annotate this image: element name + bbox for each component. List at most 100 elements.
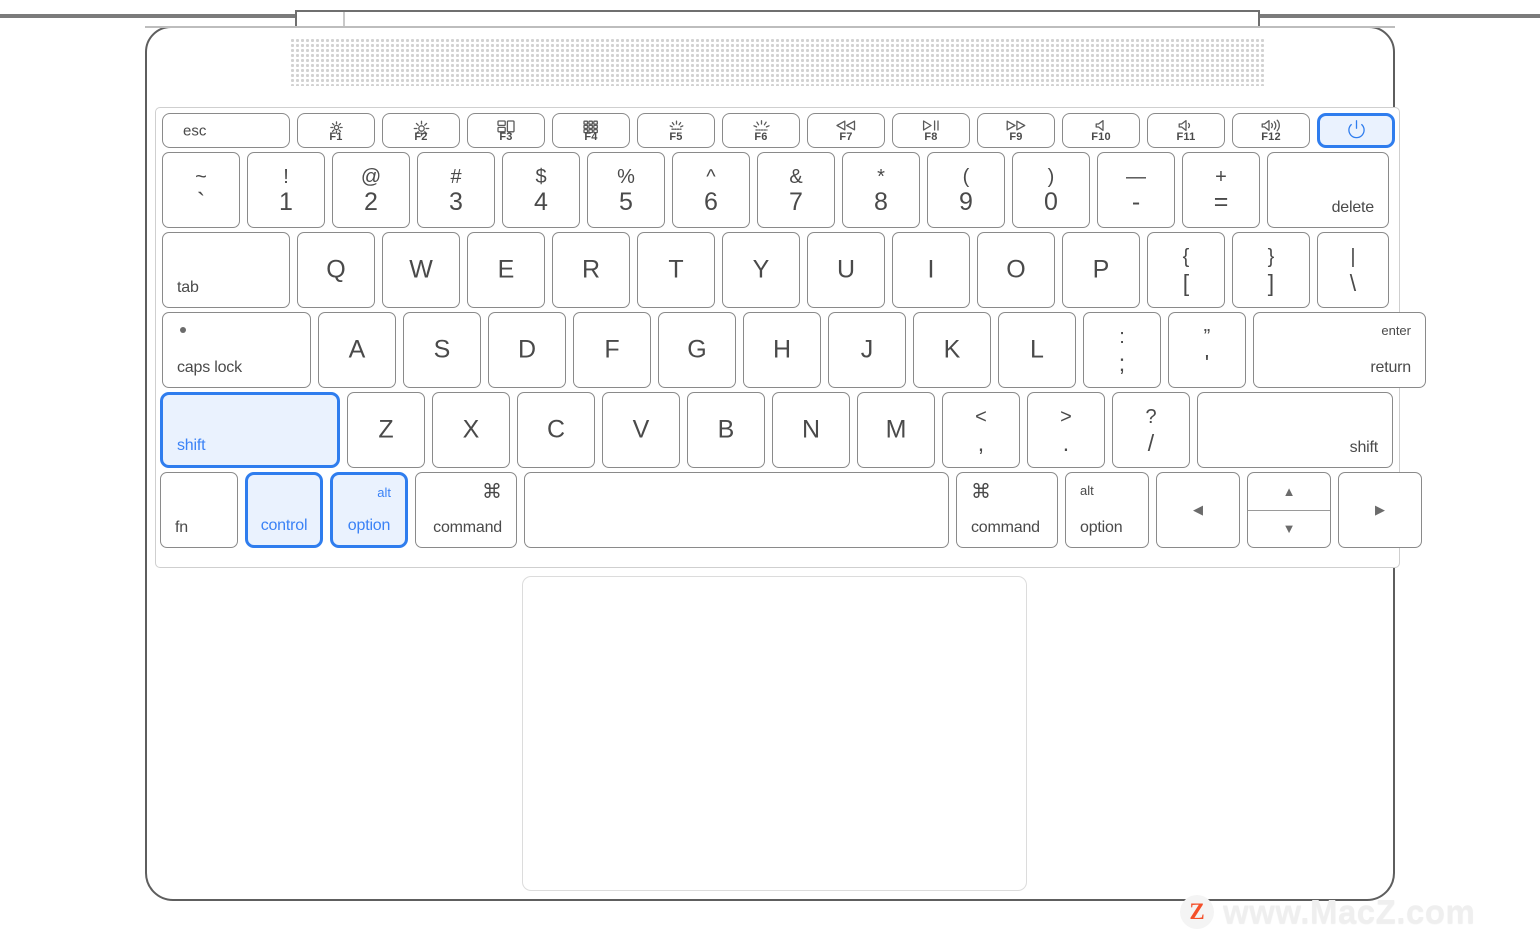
- key-fn-number: F2: [414, 131, 428, 143]
- key-quote[interactable]: ” ': [1168, 312, 1246, 388]
- key-digit-5[interactable]: % 5: [587, 152, 665, 228]
- key-digit-1[interactable]: ! 1: [247, 152, 325, 228]
- key-digit-2[interactable]: @2: [332, 152, 410, 228]
- key-arrow-updown[interactable]: ▲ ▼: [1247, 472, 1331, 548]
- key-return[interactable]: enter return: [1253, 312, 1426, 388]
- key-f10[interactable]: F10: [1062, 113, 1140, 148]
- key-option-right[interactable]: alt option: [1065, 472, 1149, 548]
- key-key-j[interactable]: J: [828, 312, 906, 388]
- key-comma[interactable]: <,: [942, 392, 1020, 468]
- key-equal[interactable]: + =: [1182, 152, 1260, 228]
- key-key-h[interactable]: H: [743, 312, 821, 388]
- key-tab[interactable]: tab: [162, 232, 290, 308]
- key-key-k[interactable]: K: [913, 312, 991, 388]
- key-bracket-right[interactable]: }]: [1232, 232, 1310, 308]
- key-legend-lower: 8: [874, 188, 888, 216]
- laptop-body-top-edge: [145, 26, 1395, 28]
- key-shift-left[interactable]: shift: [160, 392, 340, 468]
- key-fn[interactable]: fn: [160, 472, 238, 548]
- key-key-a[interactable]: A: [318, 312, 396, 388]
- key-command-left[interactable]: ⌘ command: [415, 472, 517, 548]
- key-key-q[interactable]: Q: [297, 232, 375, 308]
- key-label-alt: alt: [1080, 483, 1094, 498]
- key-key-f[interactable]: F: [573, 312, 651, 388]
- key-key-n[interactable]: N: [772, 392, 850, 468]
- key-digit-6[interactable]: ^ 6: [672, 152, 750, 228]
- key-key-i[interactable]: I: [892, 232, 970, 308]
- key-digit-0[interactable]: ) 0: [1012, 152, 1090, 228]
- arrow-down-icon[interactable]: ▼: [1248, 510, 1330, 547]
- key-key-x[interactable]: X: [432, 392, 510, 468]
- key-semicolon[interactable]: :;: [1083, 312, 1161, 388]
- key-f3[interactable]: F3: [467, 113, 545, 148]
- key-grave[interactable]: ~ `: [162, 152, 240, 228]
- key-digit-4[interactable]: $4: [502, 152, 580, 228]
- key-f2[interactable]: F2: [382, 113, 460, 148]
- key-bracket-left[interactable]: {[: [1147, 232, 1225, 308]
- key-space[interactable]: [524, 472, 949, 548]
- key-command-right[interactable]: ⌘ command: [956, 472, 1058, 548]
- key-f1[interactable]: F1: [297, 113, 375, 148]
- key-control[interactable]: control: [245, 472, 323, 548]
- key-key-e[interactable]: E: [467, 232, 545, 308]
- key-legend-lower: [: [1182, 270, 1190, 296]
- key-label-enter: enter: [1381, 323, 1411, 338]
- trackpad[interactable]: [522, 576, 1027, 891]
- key-slash[interactable]: ? /: [1112, 392, 1190, 468]
- key-legend-upper: |: [1350, 246, 1356, 268]
- keyboard-row-function: esc F1 F2 F3 F4 F5 F6 F7 F8 F9 F10 F11 F12: [162, 113, 1395, 148]
- key-backslash[interactable]: | \: [1317, 232, 1389, 308]
- key-f4[interactable]: F4: [552, 113, 630, 148]
- key-digit-9[interactable]: (9: [927, 152, 1005, 228]
- key-key-v[interactable]: V: [602, 392, 680, 468]
- watermark: Z www.MacZ.com: [1180, 893, 1475, 931]
- key-option-left[interactable]: alt option: [330, 472, 408, 548]
- key-legend-upper: —: [1126, 166, 1146, 188]
- key-f9[interactable]: F9: [977, 113, 1055, 148]
- key-esc[interactable]: esc: [162, 113, 290, 148]
- key-legend-upper: &: [789, 166, 803, 188]
- key-legend-lower: /: [1147, 430, 1155, 456]
- key-delete[interactable]: delete: [1267, 152, 1389, 228]
- key-key-y[interactable]: Y: [722, 232, 800, 308]
- key-legend-upper: @: [360, 166, 382, 188]
- key-key-w[interactable]: W: [382, 232, 460, 308]
- key-digit-8[interactable]: * 8: [842, 152, 920, 228]
- key-legend-lower: 0: [1044, 188, 1058, 216]
- key-minus[interactable]: — -: [1097, 152, 1175, 228]
- key-key-z[interactable]: Z: [347, 392, 425, 468]
- key-key-u[interactable]: U: [807, 232, 885, 308]
- key-letter: C: [546, 415, 566, 444]
- key-caps-lock[interactable]: caps lock: [162, 312, 311, 388]
- key-key-c[interactable]: C: [517, 392, 595, 468]
- key-key-s[interactable]: S: [403, 312, 481, 388]
- key-key-t[interactable]: T: [637, 232, 715, 308]
- key-label-command-right: command: [971, 519, 1040, 536]
- key-f6[interactable]: F6: [722, 113, 800, 148]
- key-power[interactable]: [1317, 113, 1395, 148]
- key-f8[interactable]: F8: [892, 113, 970, 148]
- key-key-d[interactable]: D: [488, 312, 566, 388]
- key-f12[interactable]: F12: [1232, 113, 1310, 148]
- key-f5[interactable]: F5: [637, 113, 715, 148]
- key-key-p[interactable]: P: [1062, 232, 1140, 308]
- key-letter: A: [348, 335, 366, 364]
- key-f7[interactable]: F7: [807, 113, 885, 148]
- key-digit-3[interactable]: #3: [417, 152, 495, 228]
- key-legend-upper: ): [1047, 166, 1055, 188]
- key-digit-7[interactable]: & 7: [757, 152, 835, 228]
- key-arrow-left[interactable]: ◀: [1156, 472, 1240, 548]
- key-key-l[interactable]: L: [998, 312, 1076, 388]
- key-f11[interactable]: F11: [1147, 113, 1225, 148]
- key-arrow-right[interactable]: ▶: [1338, 472, 1422, 548]
- key-fn-number: F4: [584, 131, 598, 143]
- arrow-up-icon[interactable]: ▲: [1248, 473, 1330, 510]
- key-key-m[interactable]: M: [857, 392, 935, 468]
- key-key-r[interactable]: R: [552, 232, 630, 308]
- key-label-shift: shift: [177, 437, 206, 454]
- key-key-o[interactable]: O: [977, 232, 1055, 308]
- key-key-g[interactable]: G: [658, 312, 736, 388]
- key-period[interactable]: >.: [1027, 392, 1105, 468]
- key-shift-right[interactable]: shift: [1197, 392, 1393, 468]
- key-key-b[interactable]: B: [687, 392, 765, 468]
